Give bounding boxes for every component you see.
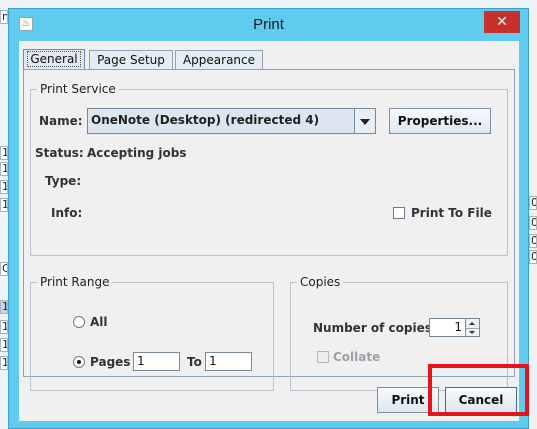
print-to-file-checkbox[interactable] xyxy=(393,207,405,219)
background-cell: 12 xyxy=(0,146,8,160)
status-value: Accepting jobs xyxy=(87,146,187,160)
background-cell: 17 xyxy=(0,162,8,176)
background-cell: mode xyxy=(0,10,8,24)
pages-radio[interactable] xyxy=(73,356,85,368)
print-range-group: Print Range All Pages 1 To 1 xyxy=(30,275,274,391)
background-cell: 0 xyxy=(529,196,537,210)
copies-spinner[interactable] xyxy=(466,318,480,337)
background-cell: 14 xyxy=(0,356,8,370)
spinner-down-icon[interactable] xyxy=(466,328,479,337)
print-range-title: Print Range xyxy=(37,275,113,289)
number-of-copies-label: Number of copies: xyxy=(313,321,437,335)
printer-name-combobox[interactable]: OneNote (Desktop) (redirected 4) xyxy=(87,108,376,134)
close-button[interactable]: ✕ xyxy=(484,11,520,33)
number-of-copies-field[interactable]: 1 xyxy=(429,318,466,337)
pages-from-field[interactable]: 1 xyxy=(133,352,180,371)
info-label: Info: xyxy=(51,206,83,220)
all-radio[interactable] xyxy=(73,316,85,328)
copies-title: Copies xyxy=(297,275,344,289)
type-label: Type: xyxy=(45,174,82,188)
all-label[interactable]: All xyxy=(90,315,108,329)
pages-label[interactable]: Pages xyxy=(90,355,130,369)
print-service-group: Print Service Name: OneNote (Desktop) (r… xyxy=(30,82,508,256)
background-cell: 0 xyxy=(529,234,537,248)
to-label: To xyxy=(187,355,202,369)
background-cell: 17 xyxy=(0,180,8,194)
pages-to-field[interactable]: 1 xyxy=(205,352,252,371)
tab-label: General xyxy=(27,51,81,67)
background-cell: C xyxy=(0,262,8,276)
background-cell: 0 xyxy=(529,250,537,264)
tab-general[interactable]: General xyxy=(23,49,85,70)
tab-appearance[interactable]: Appearance xyxy=(175,50,263,69)
background-cell: 17 xyxy=(0,198,8,212)
background-cell: 0 xyxy=(529,216,537,230)
window-title: Print xyxy=(253,16,284,33)
name-label: Name: xyxy=(39,114,83,128)
background-cell: 14 xyxy=(0,338,8,352)
collate-checkbox xyxy=(317,351,329,363)
background-cell: 14 xyxy=(0,320,8,334)
tab-panel-general: Print Service Name: OneNote (Desktop) (r… xyxy=(23,69,515,391)
properties-button[interactable]: Properties... xyxy=(389,108,491,134)
tab-page-setup[interactable]: Page Setup xyxy=(89,50,173,69)
chevron-down-icon[interactable] xyxy=(354,109,375,133)
status-label: Status: xyxy=(35,146,84,160)
print-to-file-label[interactable]: Print To File xyxy=(411,206,492,220)
title-bar[interactable]: ♨ Print ✕ xyxy=(9,9,528,39)
background-cell: 14 xyxy=(0,300,8,314)
collate-label: Collate xyxy=(333,350,381,364)
highlight-rectangle xyxy=(428,364,529,416)
printer-name-value: OneNote (Desktop) (redirected 4) xyxy=(91,113,320,127)
print-service-title: Print Service xyxy=(37,82,119,96)
